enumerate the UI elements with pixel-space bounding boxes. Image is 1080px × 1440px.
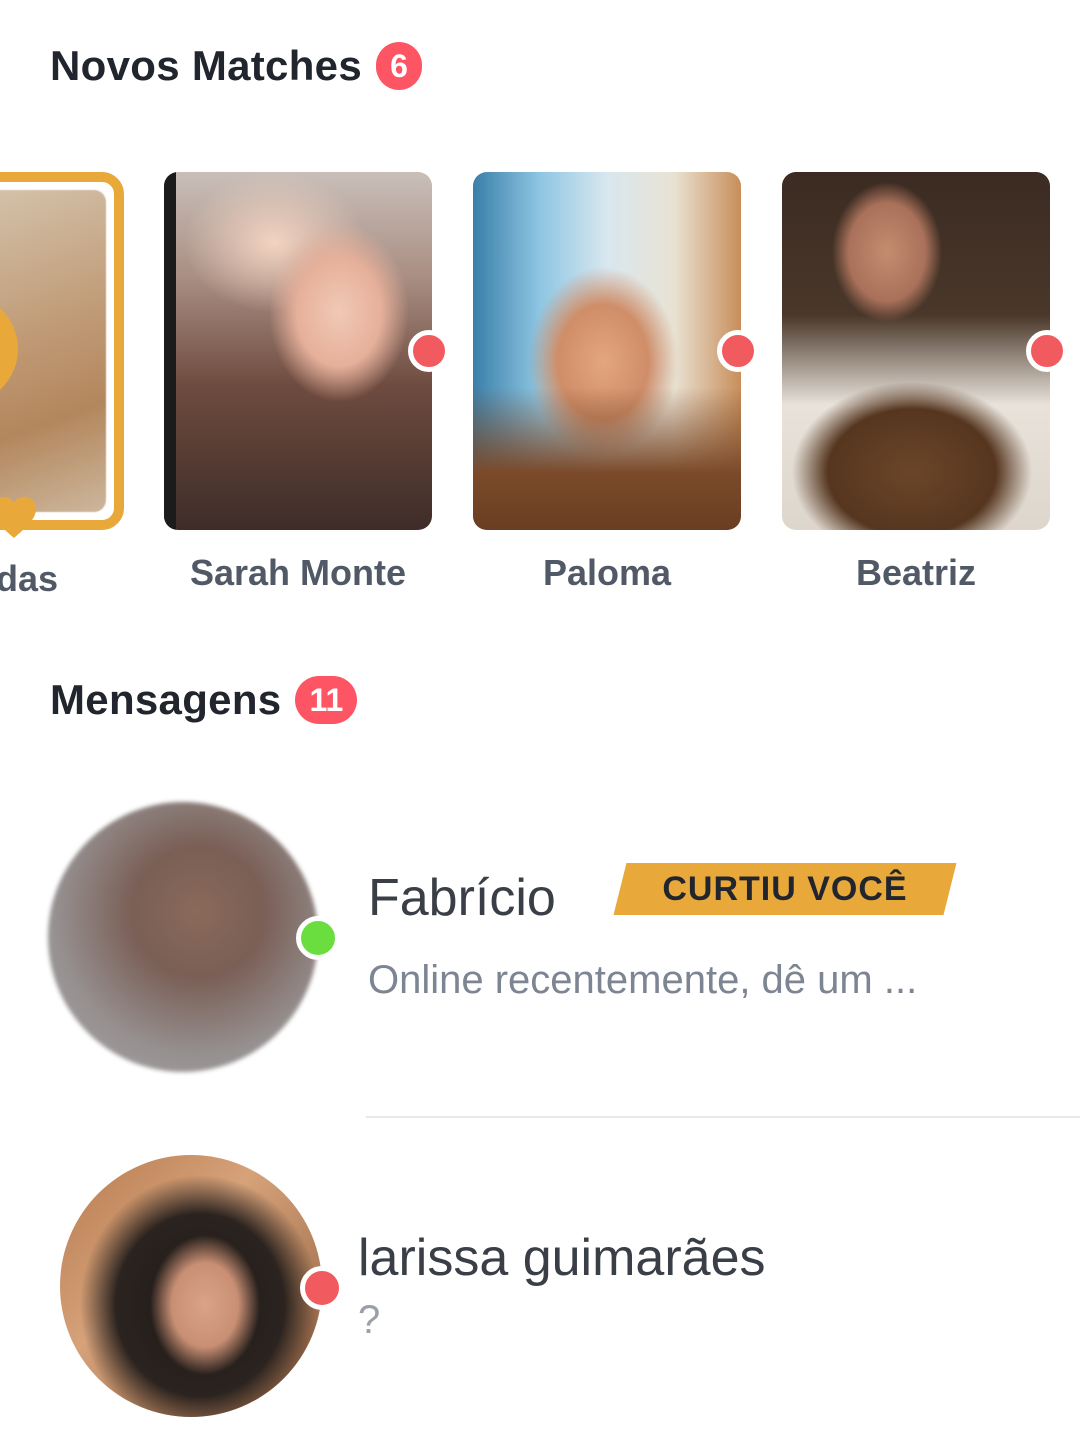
- unread-dot: [300, 1266, 344, 1310]
- likes-card-label: das: [0, 558, 59, 599]
- conversation-name[interactable]: larissa guimarães: [358, 1228, 766, 1288]
- liked-you-tag-label: CURTIU VOCÊ: [662, 869, 908, 908]
- matches-screen: Novos Matches 6 5 das Sarah Monte Paloma…: [0, 0, 1080, 1440]
- messages-header: Mensagens 11: [50, 676, 358, 724]
- gold-heart-icon: [0, 497, 36, 538]
- likes-you-card[interactable]: 5: [0, 172, 124, 530]
- messages-title: Mensagens: [50, 676, 282, 723]
- messages-count-badge: 11: [295, 676, 358, 724]
- row-divider: [366, 1116, 1080, 1118]
- new-matches-count-badge: 6: [376, 42, 422, 90]
- conversation-preview[interactable]: ?: [358, 1298, 380, 1343]
- unread-dot: [1026, 330, 1068, 372]
- avatar-larissa[interactable]: [60, 1155, 322, 1417]
- unread-dot: [408, 330, 450, 372]
- new-matches-header: Novos Matches 6: [50, 42, 422, 90]
- new-matches-title: Novos Matches: [50, 42, 362, 89]
- match-name[interactable]: Beatriz: [782, 552, 1050, 594]
- online-status-dot: [296, 916, 340, 960]
- conversation-name[interactable]: Fabrício: [368, 868, 556, 928]
- match-card-paloma[interactable]: [473, 172, 741, 530]
- match-name[interactable]: Sarah Monte: [164, 552, 432, 594]
- match-name[interactable]: Paloma: [473, 552, 741, 594]
- unread-dot: [717, 330, 759, 372]
- match-card-beatriz[interactable]: [782, 172, 1050, 530]
- match-card-sarah-monte[interactable]: [164, 172, 432, 530]
- conversation-preview[interactable]: Online recentemente, dê um ...: [368, 958, 917, 1003]
- avatar-fabricio[interactable]: [48, 802, 318, 1072]
